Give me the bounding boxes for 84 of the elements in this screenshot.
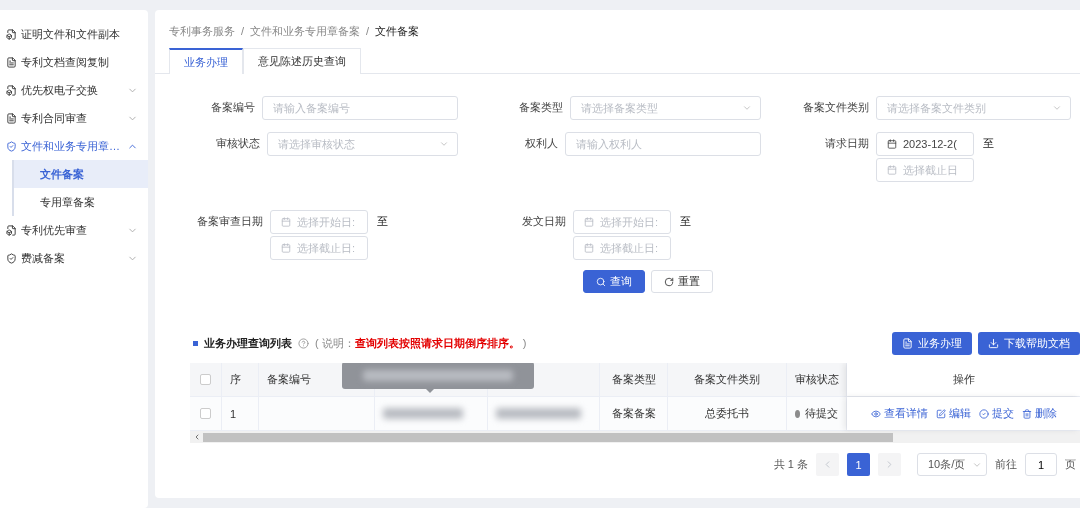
field-label: 审核状态 xyxy=(215,136,261,151)
sidebar-item[interactable]: 费减备案 xyxy=(0,244,148,272)
bullet-icon xyxy=(193,340,198,346)
column-header: 审核状态 xyxy=(794,372,839,387)
list-note: ( 说明：查询列表按照请求日期倒序排序。 ) xyxy=(315,335,527,351)
checkbox[interactable] xyxy=(200,408,211,419)
field-label: 请求日期 xyxy=(824,136,869,151)
table-cell: 总委托书 xyxy=(705,406,749,421)
sidebar-item[interactable]: 专利优先审查 xyxy=(0,216,148,244)
page-input[interactable]: 1 xyxy=(1025,453,1057,476)
calendar-icon xyxy=(887,165,897,175)
calendar-icon xyxy=(281,243,291,253)
date-field[interactable]: 2023-12-2( xyxy=(876,132,974,156)
chevron-down-icon xyxy=(1052,103,1062,113)
field-label: 发文日期 xyxy=(521,214,566,229)
action-link[interactable]: 查看详情 xyxy=(870,406,928,421)
status-text: 待提交 xyxy=(805,406,838,421)
document-icon xyxy=(6,56,17,68)
sidebar-item[interactable]: 证明文件和文件副本 xyxy=(0,20,148,48)
sidebar-item[interactable]: 专利文档查阅复制 xyxy=(0,48,148,76)
checkbox[interactable] xyxy=(200,374,211,385)
breadcrumb-item[interactable]: 专利事务服务 xyxy=(169,23,235,39)
field-label: 备案文件类别 xyxy=(802,100,869,115)
action-link[interactable]: 编辑 xyxy=(935,406,971,421)
horizontal-scrollbar[interactable] xyxy=(190,431,1080,443)
breadcrumb-item[interactable]: 文件和业务专用章备案 xyxy=(250,23,361,39)
sidebar-subitem[interactable]: 专用章备案 xyxy=(14,188,148,216)
field-label: 备案编号 xyxy=(210,100,256,115)
document-icon xyxy=(6,112,17,124)
scroll-left-icon[interactable] xyxy=(193,433,201,441)
breadcrumb-separator: / xyxy=(241,25,245,37)
check-circle-icon xyxy=(978,408,989,419)
action-link[interactable]: 提交 xyxy=(978,406,1014,421)
eye-icon xyxy=(870,408,881,419)
total-count: 共 1 条 xyxy=(773,457,808,472)
field-label: 备案审查日期 xyxy=(196,214,263,229)
calendar-icon xyxy=(584,243,594,253)
column-header: 备案编号 xyxy=(267,372,311,387)
next-page-button[interactable] xyxy=(878,453,901,476)
download-button[interactable]: 下载帮助文档 xyxy=(978,331,1080,355)
breadcrumb-separator: / xyxy=(366,25,370,37)
goto-suffix: 页 xyxy=(1065,457,1076,472)
column-header: 备案类型 xyxy=(611,372,656,387)
range-separator: 至 xyxy=(983,136,994,151)
field-label: 备案类型 xyxy=(518,100,564,115)
calendar-icon xyxy=(584,217,594,227)
shield-icon xyxy=(6,140,17,152)
column-header: 序 xyxy=(230,372,241,387)
table-cell: 1 xyxy=(230,407,237,420)
reset-button[interactable]: 重置 xyxy=(650,270,713,293)
list-title: 业务办理查询列表 xyxy=(204,335,292,351)
column-header: 备案文件类别 xyxy=(694,372,760,387)
trash-icon xyxy=(1021,408,1032,419)
previous-page-button[interactable] xyxy=(816,453,839,476)
sidebar-subitem[interactable]: 文件备案 xyxy=(14,160,148,188)
breadcrumb-item[interactable]: 文件备案 xyxy=(375,23,420,39)
sidebar-item[interactable]: 专利合同审查 xyxy=(0,104,148,132)
tab[interactable]: 意见陈述历史查询 xyxy=(243,48,361,74)
refresh-icon xyxy=(663,276,674,287)
help-icon xyxy=(298,337,309,349)
action-link[interactable]: 删除 xyxy=(1021,406,1057,421)
chevron-down-icon xyxy=(742,103,752,113)
action-button[interactable]: 业务办理 xyxy=(892,331,972,355)
edit-icon xyxy=(935,408,946,419)
goto-label: 前往 xyxy=(995,457,1017,472)
range-separator: 至 xyxy=(377,214,388,229)
tab[interactable]: 业务办理 xyxy=(169,48,243,74)
field-label: 权利人 xyxy=(524,136,559,151)
sidebar-item[interactable]: 优先权电子交换 xyxy=(0,76,148,104)
page-button[interactable]: 1 xyxy=(847,453,870,476)
sidebar-item[interactable]: 文件和业务专用章… xyxy=(0,132,148,160)
range-separator: 至 xyxy=(680,214,691,229)
calendar-icon xyxy=(887,139,897,149)
chevron-down-icon xyxy=(439,139,449,149)
document-icon xyxy=(902,337,913,349)
page-size-select[interactable]: 10条/页 xyxy=(917,453,987,476)
search-button[interactable]: 查询 xyxy=(582,270,645,293)
status-dot xyxy=(795,409,800,418)
calendar-icon xyxy=(281,217,291,227)
table-cell: 备案备案 xyxy=(611,406,656,421)
column-header: 操作 xyxy=(952,372,975,387)
search-icon xyxy=(595,276,606,287)
download-icon xyxy=(988,337,999,349)
shield-icon xyxy=(6,252,17,264)
